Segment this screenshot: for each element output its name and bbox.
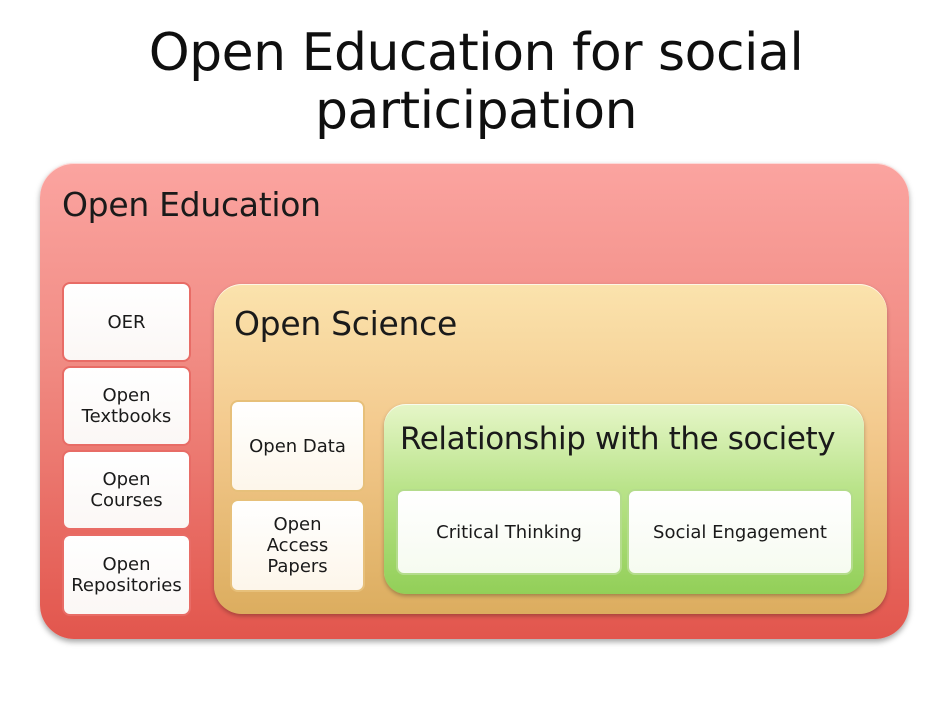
open-courses-card: Open Courses	[62, 450, 191, 530]
open-data-card: Open Data	[230, 400, 365, 492]
open-data-label: Open Data	[249, 435, 346, 457]
open-textbooks-card: Open Textbooks	[62, 366, 191, 446]
society-container: Relationship with the society Critical T…	[384, 404, 864, 594]
open-science-label: Open Science	[234, 304, 457, 343]
slide-title: Open Education for social participation	[148, 23, 804, 141]
open-access-papers-card: Open Access Papers	[230, 499, 365, 592]
open-education-container: Open Education OER Open Textbooks Open C…	[40, 163, 909, 639]
critical-thinking-label: Critical Thinking	[436, 521, 582, 543]
open-courses-label: Open Courses	[90, 469, 163, 511]
oer-label: OER	[107, 311, 146, 333]
social-engagement-label: Social Engagement	[653, 521, 827, 543]
oer-card: OER	[62, 282, 191, 362]
society-label: Relationship with the society	[400, 421, 836, 457]
critical-thinking-card: Critical Thinking	[396, 489, 622, 575]
open-repositories-label: Open Repositories	[71, 554, 182, 596]
open-science-container: Open Science Open Data Open Access Paper…	[214, 284, 887, 614]
social-engagement-card: Social Engagement	[627, 489, 853, 575]
open-repositories-card: Open Repositories	[62, 534, 191, 616]
open-textbooks-label: Open Textbooks	[81, 385, 172, 427]
open-access-papers-label: Open Access Papers	[266, 514, 329, 577]
open-education-label: Open Education	[62, 185, 321, 224]
